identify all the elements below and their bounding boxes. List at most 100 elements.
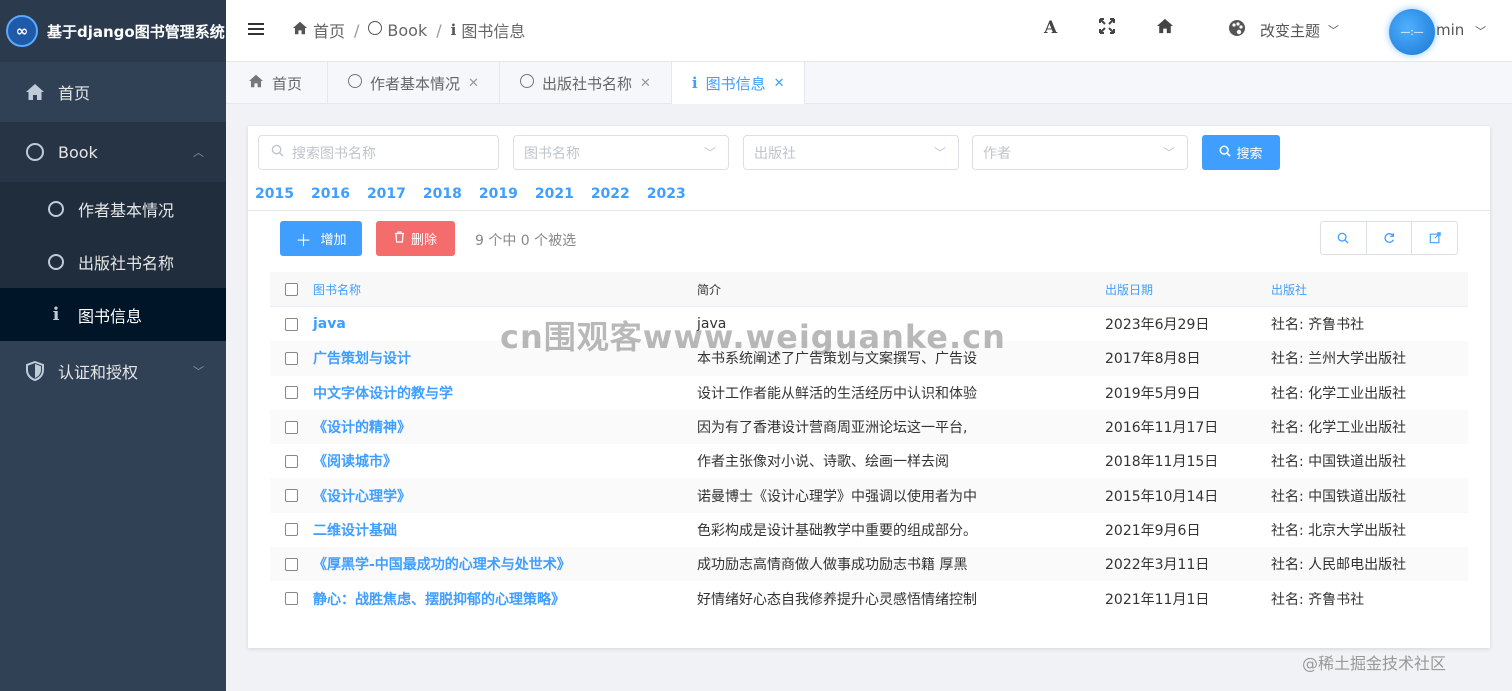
book-intro: 作者主张像对小说、诗歌、绘画一样去阅 (697, 454, 949, 471)
sidebar-item-home[interactable]: 首页 (0, 62, 226, 122)
add-button[interactable]: ＋ 增加 (280, 221, 362, 256)
table-row: 《设计的精神》 因为有了香港设计营商周亚洲论坛这一平台, 2016年11月17日… (270, 409, 1468, 445)
select-all-checkbox[interactable] (285, 282, 298, 296)
search-icon (1219, 145, 1232, 161)
breadcrumb-book[interactable]: Book (368, 21, 427, 40)
circle-icon (368, 21, 383, 39)
search-icon[interactable] (1321, 222, 1367, 254)
shield-icon (24, 360, 46, 382)
circle-icon (519, 74, 534, 92)
book-intro: 好情绪好心态自我修养提升心灵感悟情绪控制 (697, 591, 977, 608)
book-publisher: 社名: 齐鲁书社 (1271, 591, 1365, 608)
row-checkbox[interactable] (285, 557, 298, 571)
breadcrumb-separator: / (354, 20, 360, 40)
delete-button[interactable]: 删除 (376, 221, 455, 256)
sidebar-item-book[interactable]: Book ︿ (0, 122, 226, 182)
year-filter: 2015 2016 2017 2018 2019 2021 2022 2023 (255, 186, 703, 202)
book-name-link[interactable]: 静心：战胜焦虑、摆脱抑郁的心理策略》 (313, 589, 697, 609)
book-date: 2023年6月29日 (1105, 317, 1210, 334)
close-icon[interactable]: ✕ (774, 76, 785, 91)
sidebar-item-label: 认证和授权 (58, 363, 139, 382)
brand[interactable]: ∞ 基于django图书管理系统 (0, 0, 226, 62)
book-name-link[interactable]: 《设计心理学》 (313, 486, 697, 506)
chevron-down-icon: ﹀ (1162, 146, 1175, 160)
theme-label: 改变主题 (1260, 21, 1321, 40)
book-name-link[interactable]: 中文字体设计的教与学 (313, 383, 697, 403)
export-icon[interactable] (1412, 222, 1457, 254)
book-publisher: 社名: 化学工业出版社 (1271, 385, 1407, 402)
column-header-intro: 简介 (697, 282, 722, 297)
row-checkbox[interactable] (285, 592, 298, 606)
refresh-icon[interactable] (1367, 222, 1413, 254)
year-link[interactable]: 2016 (311, 186, 350, 202)
book-intro: 因为有了香港设计营商周亚洲论坛这一平台, (697, 420, 968, 437)
theme-switcher[interactable]: 改变主题 ﹀ (1228, 19, 1339, 41)
column-header-publisher[interactable]: 出版社 (1271, 281, 1468, 298)
home-icon[interactable] (1156, 18, 1174, 39)
year-link[interactable]: 2023 (647, 186, 686, 202)
row-checkbox[interactable] (285, 317, 298, 331)
row-checkbox[interactable] (285, 454, 298, 468)
book-name-select[interactable]: 图书名称 ﹀ (513, 135, 729, 170)
font-size-icon[interactable]: A (1044, 18, 1057, 38)
sidebar-item-label: 图书信息 (78, 306, 143, 326)
sidebar-item-book-info[interactable]: i 图书信息 (0, 288, 226, 341)
hamburger-menu-icon[interactable] (248, 20, 264, 40)
author-select[interactable]: 作者 ﹀ (972, 135, 1188, 170)
tab-publisher[interactable]: 出版社书名称 ✕ (500, 62, 672, 104)
row-checkbox[interactable] (285, 489, 298, 503)
column-header-name[interactable]: 图书名称 (313, 281, 697, 298)
close-icon[interactable]: ✕ (640, 76, 651, 91)
tab-home[interactable]: 首页 (226, 62, 329, 104)
chevron-down-icon: ﹀ (703, 146, 716, 160)
book-name-link[interactable]: 《厚黑学-中国最成功的心理术与处世术》 (313, 554, 697, 574)
breadcrumb: 首页 / Book / i 图书信息 (292, 18, 525, 42)
breadcrumb-home[interactable]: 首页 (292, 18, 345, 42)
sidebar: ∞ 基于django图书管理系统 首页 Book ︿ 作者基本情况 出版社书名称… (0, 0, 226, 691)
brand-title: 基于django图书管理系统 (47, 22, 225, 41)
book-publisher: 社名: 齐鲁书社 (1271, 317, 1365, 334)
year-link[interactable]: 2018 (423, 186, 462, 202)
sidebar-item-label: 出版社书名称 (78, 253, 175, 273)
breadcrumb-separator: / (436, 20, 442, 40)
avatar[interactable]: —:— (1389, 9, 1435, 55)
year-link[interactable]: 2021 (535, 186, 574, 202)
search-input[interactable]: 搜索图书名称 (258, 135, 499, 170)
year-link[interactable]: 2022 (591, 186, 630, 202)
circle-icon (24, 141, 46, 163)
year-link[interactable]: 2015 (255, 186, 294, 202)
book-publisher: 社名: 化学工业出版社 (1271, 420, 1407, 437)
publisher-select[interactable]: 出版社 ﹀ (743, 135, 959, 170)
sidebar-item-author[interactable]: 作者基本情况 (0, 182, 226, 235)
sidebar-item-publisher[interactable]: 出版社书名称 (0, 235, 226, 288)
row-checkbox[interactable] (285, 523, 298, 537)
close-icon[interactable]: ✕ (468, 76, 479, 91)
table-row: 《阅读城市》 作者主张像对小说、诗歌、绘画一样去阅 2018年11月15日 社名… (270, 444, 1468, 478)
tab-author[interactable]: 作者基本情况 ✕ (328, 62, 500, 104)
home-icon (24, 81, 46, 103)
year-link[interactable]: 2017 (367, 186, 406, 202)
book-publisher: 社名: 中国铁道出版社 (1271, 488, 1407, 505)
chevron-down-icon: ﹀ (933, 146, 946, 160)
selection-info: 9 个中 0 个被选 (475, 233, 577, 249)
sidebar-item-label: 作者基本情况 (78, 200, 175, 220)
book-name-link[interactable]: 《阅读城市》 (313, 451, 697, 471)
table-row: 《设计心理学》 诺曼博士《设计心理学》中强调以使用者为中 2015年10月14日… (270, 478, 1468, 513)
main-card: 搜索图书名称 图书名称 ﹀ 出版社 ﹀ 作者 ﹀ 搜索 2015 2016 20… (248, 126, 1490, 648)
chevron-up-icon: ︿ (193, 146, 204, 159)
user-menu[interactable]: min ﹀ (1436, 21, 1486, 39)
search-icon (271, 144, 284, 161)
sidebar-item-auth[interactable]: 认证和授权 ﹀ (0, 341, 226, 401)
tab-book-info[interactable]: i 图书信息 ✕ (671, 62, 806, 104)
row-checkbox[interactable] (285, 386, 298, 400)
column-header-date[interactable]: 出版日期 (1105, 281, 1271, 298)
book-name-link[interactable]: 《设计的精神》 (313, 417, 697, 437)
row-checkbox[interactable] (285, 420, 298, 434)
search-button[interactable]: 搜索 (1202, 135, 1280, 170)
fullscreen-icon[interactable] (1099, 18, 1115, 39)
circle-icon (46, 199, 66, 219)
year-link[interactable]: 2019 (479, 186, 518, 202)
row-checkbox[interactable] (285, 351, 298, 365)
table-row: 静心：战胜焦虑、摆脱抑郁的心理策略》 好情绪好心态自我修养提升心灵感悟情绪控制 … (270, 581, 1468, 615)
book-name-link[interactable]: 二维设计基础 (313, 520, 697, 540)
